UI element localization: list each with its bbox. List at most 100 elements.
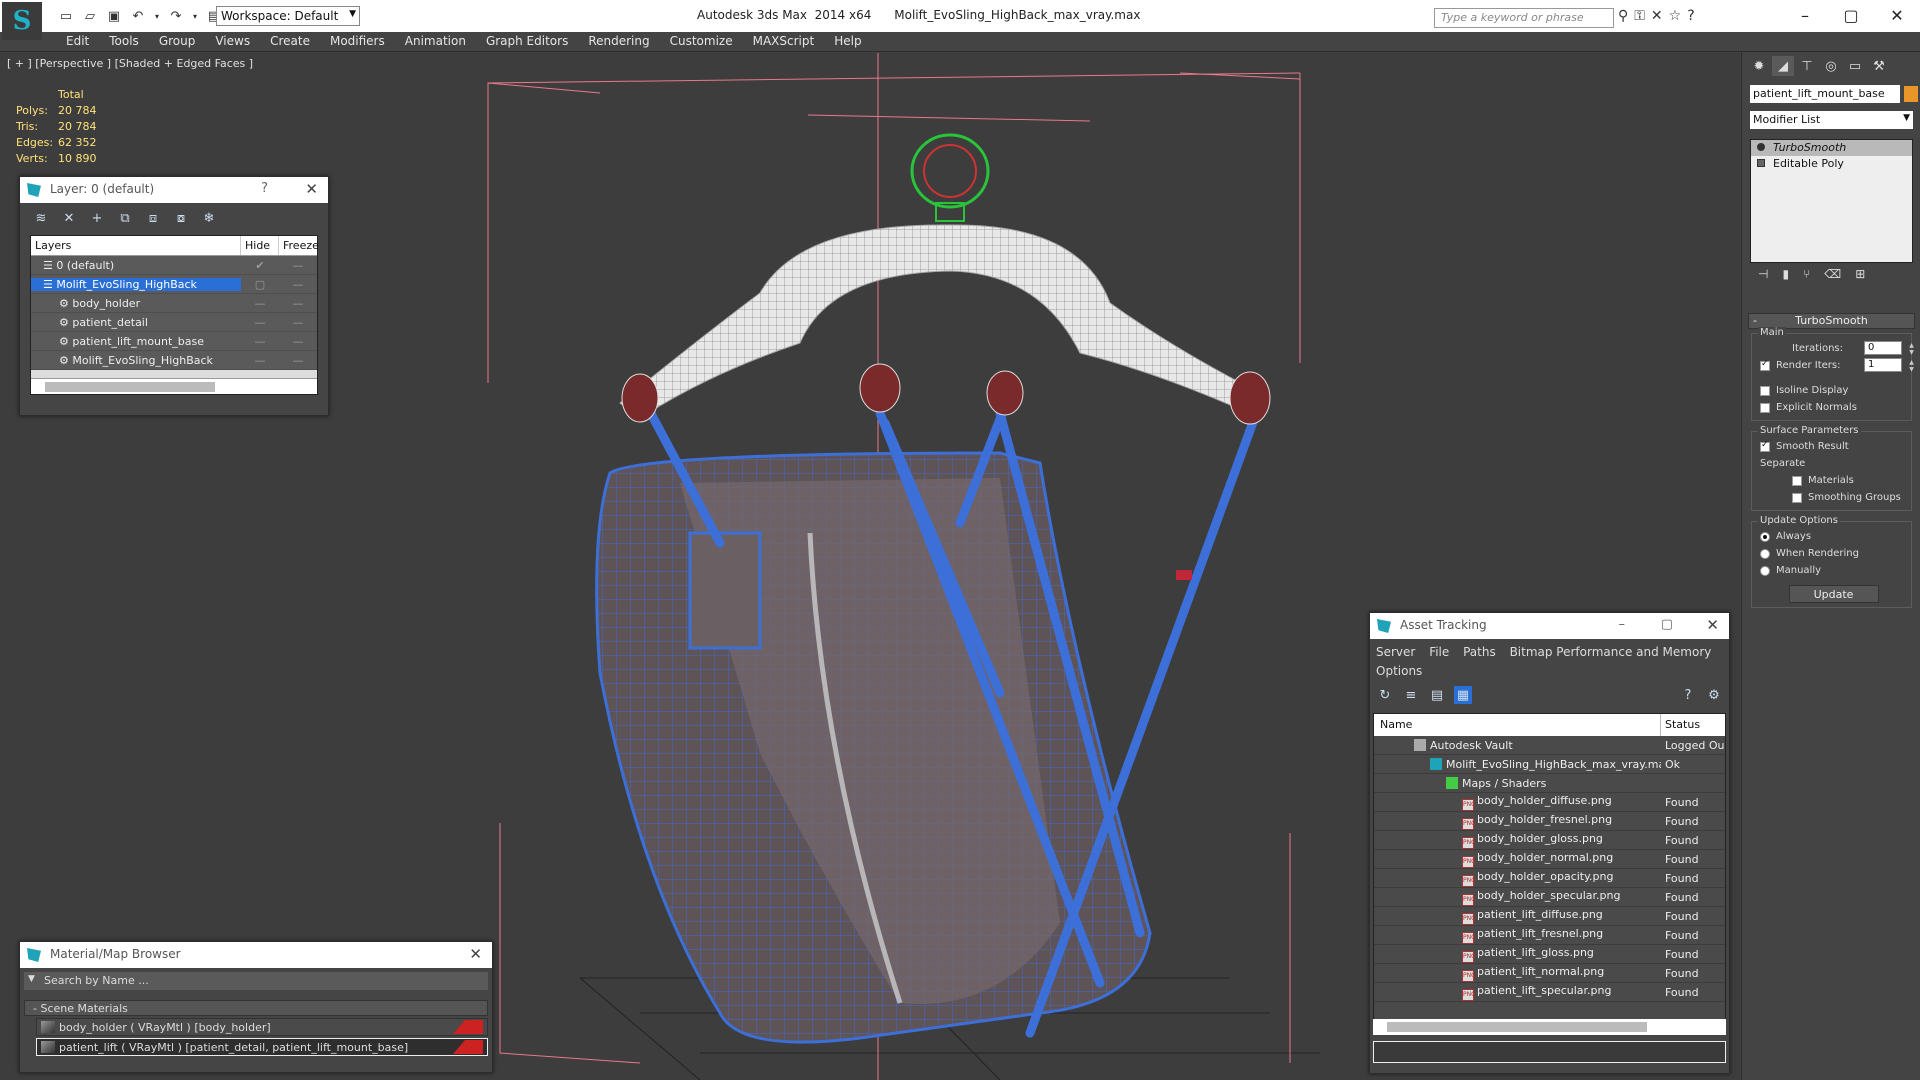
help-icon[interactable]: ? [1687,8,1694,24]
horizontal-scrollbar[interactable] [31,378,317,394]
search-input[interactable]: Type a keyword or phrase [1434,8,1614,28]
freeze-toggle[interactable]: — [279,354,317,367]
create-tab-icon[interactable]: ✹ [1748,56,1770,76]
configure-sets-icon[interactable]: ⊞ [1855,267,1865,281]
minimize-icon[interactable]: – [1782,0,1828,30]
stack-item-editable-poly[interactable]: Editable Poly [1751,156,1912,172]
refresh-icon[interactable]: ↻ [1376,686,1394,704]
smoothing-groups-checkbox[interactable] [1792,492,1802,503]
options-arrow-icon[interactable]: ▼ [28,974,35,984]
asset-row[interactable]: PNGbody_holder_diffuse.png Found [1374,793,1725,812]
asset-row[interactable]: PNGpatient_lift_normal.png Found [1374,964,1725,983]
hide-toggle[interactable]: ✔ [241,259,279,272]
asset-menu-server[interactable]: Server [1376,645,1415,659]
select-objects-icon[interactable]: ⧉ [116,209,134,227]
col-freeze[interactable]: Freeze [279,236,319,255]
object-name-field[interactable]: patient_lift_mount_base [1750,85,1900,103]
asset-row[interactable]: PNGbody_holder_gloss.png Found [1374,831,1725,850]
freeze-toggle[interactable]: — [279,335,317,348]
horizontal-scrollbar[interactable] [1373,1019,1726,1035]
make-unique-icon[interactable]: ⑂ [1803,267,1810,281]
materials-checkbox[interactable] [1792,475,1802,486]
menu-modifiers[interactable]: Modifiers [320,34,395,48]
menu-rendering[interactable]: Rendering [578,34,659,48]
remove-modifier-icon[interactable]: ⌫ [1824,267,1841,281]
key-icon[interactable]: ⚿ [1634,8,1645,24]
asset-row[interactable]: PNGpatient_lift_gloss.png Found [1374,945,1725,964]
col-hide[interactable]: Hide [241,236,279,255]
layer-row[interactable]: ⚙ patient_detail — — [31,313,317,332]
hide-toggle[interactable]: — [241,354,279,367]
layer-row[interactable]: ⚙ Molift_EvoSling_HighBack — — [31,351,317,370]
layer-row[interactable]: ☰ 0 (default) ✔ — [31,256,317,275]
redo-icon[interactable]: ↷ [166,6,186,26]
lightbulb-icon[interactable] [1757,143,1765,151]
menu-views[interactable]: Views [205,34,260,48]
explicit-normals-checkbox[interactable] [1760,402,1770,413]
hide-all-icon[interactable]: ⧇ [172,209,190,227]
always-radio[interactable] [1760,531,1770,542]
asset-row[interactable]: PNGpatient_lift_fresnel.png Found [1374,926,1725,945]
asset-row[interactable]: Molift_EvoSling_HighBack_max_vray.max Ok [1374,755,1725,774]
workspace-dropdown[interactable]: Workspace: Default ▼ [216,6,360,26]
freeze-all-icon[interactable]: ❄ [200,209,218,227]
material-item[interactable]: body_holder ( VRayMtl ) [body_holder] [36,1018,488,1036]
col-name[interactable]: Name [1374,714,1661,736]
redo-dropdown-icon[interactable]: ▾ [190,6,200,26]
stack-item-turbosmooth[interactable]: TurboSmooth [1751,140,1912,156]
layer-row[interactable]: ☰ Molift_EvoSling_HighBack ▢ — [31,275,317,294]
menu-animation[interactable]: Animation [395,34,476,48]
minimize-icon[interactable]: – [1619,617,1626,632]
hierarchy-tab-icon[interactable]: ⊤ [1796,56,1818,76]
col-status[interactable]: Status [1661,714,1704,736]
asset-row[interactable]: PNGbody_holder_fresnel.png Found [1374,812,1725,831]
menu-tools[interactable]: Tools [99,34,149,48]
undo-icon[interactable]: ↶ [128,6,148,26]
highlight-layer-icon[interactable]: ⧈ [144,209,162,227]
close-icon[interactable]: ✕ [1874,0,1920,30]
binoculars-icon[interactable]: ⚲ [1618,8,1628,24]
material-search-input[interactable]: ▼ Search by Name ... [24,972,488,990]
asset-row[interactable]: PNGbody_holder_specular.png Found [1374,888,1725,907]
hide-toggle[interactable]: — [241,316,279,329]
viewport-label[interactable]: [ + ] [Perspective ] [Shaded + Edged Fac… [7,57,253,70]
create-layer-icon[interactable]: ≋ [32,209,50,227]
add-to-layer-icon[interactable]: + [88,209,106,227]
asset-menu-paths[interactable]: Paths [1463,645,1496,659]
layer-row[interactable]: ⚙ patient_lift_mount_base — — [31,332,317,351]
help-button[interactable]: ? [261,181,268,196]
close-icon[interactable]: ✕ [1706,616,1719,634]
utilities-tab-icon[interactable]: ⚒ [1868,56,1890,76]
menu-create[interactable]: Create [260,34,320,48]
thumbnail-view-icon[interactable]: ▤ [1428,686,1446,704]
layer-row[interactable]: ⚙ body_holder — — [31,294,317,313]
menu-group[interactable]: Group [149,34,206,48]
modifier-list-dropdown[interactable]: Modifier List ▼ [1750,111,1913,129]
settings-icon[interactable]: ⚙ [1705,686,1723,704]
asset-row[interactable]: PNGpatient_lift_specular.png Found [1374,983,1725,1002]
close-icon[interactable]: ✕ [469,945,482,963]
list-view-icon[interactable]: ≡ [1402,686,1420,704]
render-iters-spinner[interactable]: 1 [1864,358,1915,373]
asset-row[interactable]: PNGbody_holder_opacity.png Found [1374,869,1725,888]
pin-stack-icon[interactable]: ⊣ [1758,267,1768,281]
layer-window-titlebar[interactable]: Layer: 0 (default) ? ✕ [20,177,328,203]
hide-toggle[interactable]: — [241,335,279,348]
app-menu-button[interactable]: S [2,2,42,40]
hide-toggle[interactable]: ▢ [241,278,279,291]
asset-row[interactable]: Maps / Shaders [1374,774,1725,793]
menu-edit[interactable]: Edit [56,34,99,48]
table-view-icon[interactable]: ▦ [1454,686,1472,704]
when-rendering-radio[interactable] [1760,548,1770,559]
iterations-spinner[interactable]: 0 [1864,341,1915,356]
object-color-swatch[interactable] [1904,86,1918,102]
show-end-result-icon[interactable]: ▮ [1782,267,1789,281]
motion-tab-icon[interactable]: ◎ [1820,56,1842,76]
delete-layer-icon[interactable]: ✕ [60,209,78,227]
maximize-icon[interactable]: ▢ [1661,617,1673,632]
asset-row[interactable]: Autodesk Vault Logged Ou [1374,736,1725,755]
open-file-icon[interactable]: ▱ [80,6,100,26]
close-icon[interactable]: ✕ [305,180,318,198]
menu-graph-editors[interactable]: Graph Editors [476,34,578,48]
material-item[interactable]: patient_lift ( VRayMtl ) [patient_detail… [36,1038,488,1056]
